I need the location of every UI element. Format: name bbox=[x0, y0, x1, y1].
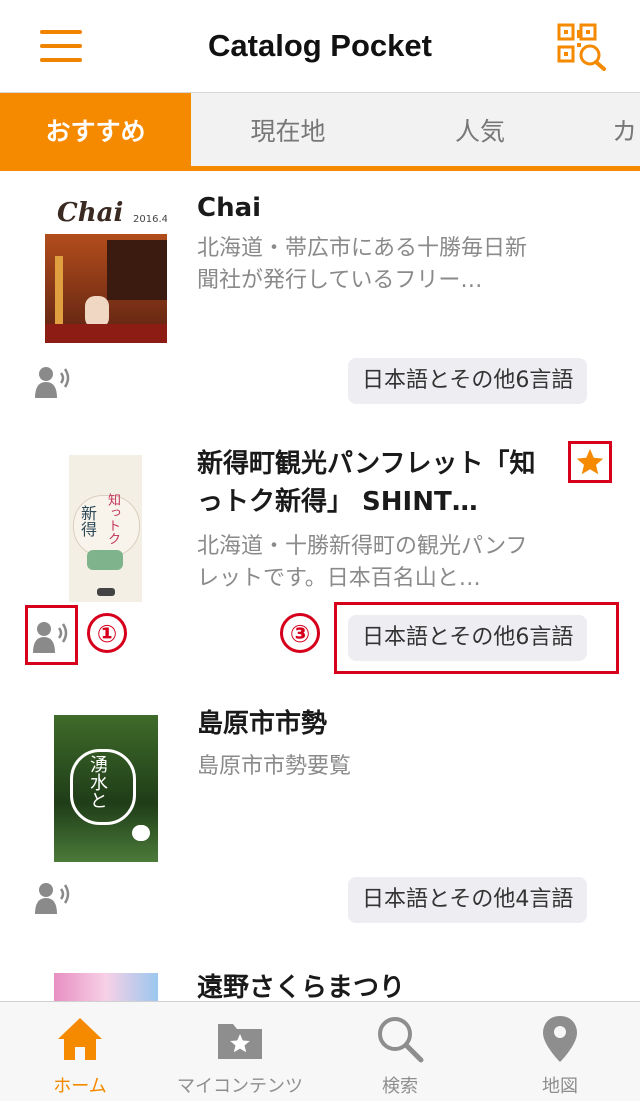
catalog-cover-image[interactable]: 湧水と bbox=[54, 715, 158, 862]
list-item[interactable]: 遠野さくらまつり bbox=[0, 947, 640, 1007]
audio-voice-icon[interactable] bbox=[34, 880, 74, 916]
item-title: 新得町観光パンフレット「知っトク新得」 SHINT… bbox=[197, 449, 536, 517]
language-badge[interactable]: 日本語とその他6言語 bbox=[348, 615, 588, 661]
item-title: Chai bbox=[197, 193, 262, 223]
nav-map[interactable]: 地図 bbox=[480, 1002, 640, 1101]
item-description: 北海道・十勝新得町の観光パンフレットです。日本百名山と… bbox=[197, 534, 528, 591]
language-badge[interactable]: 日本語とその他4言語 bbox=[348, 877, 588, 923]
catalog-cover-image[interactable]: Chai 2016.4 bbox=[45, 196, 167, 343]
cover-title: Chai bbox=[57, 198, 124, 228]
item-description: 北海道・帯広市にある十勝毎日新聞社が発行しているフリー… bbox=[197, 236, 528, 293]
map-pin-icon bbox=[543, 1016, 577, 1062]
item-title: 島原市市勢 bbox=[197, 709, 328, 739]
nav-search-label: 検索 bbox=[382, 1076, 418, 1097]
list-item[interactable]: 新得 知っトク 新得町観光パンフレット「知っトク新得」 SHINT… 北海道・十… bbox=[0, 427, 640, 688]
nav-search[interactable]: 検索 bbox=[320, 1002, 480, 1101]
cover-title: 湧水と bbox=[87, 755, 108, 809]
list-item[interactable]: 湧水と 島原市市勢 島原市市勢要覧 日本語とその他4言語 bbox=[0, 687, 640, 948]
home-icon bbox=[58, 1018, 102, 1060]
folder-star-icon bbox=[218, 1024, 262, 1059]
tab-current-location[interactable]: 現在地 bbox=[191, 93, 385, 171]
cover-title: 新得 bbox=[78, 505, 97, 537]
bottom-navigation: ホーム マイコンテンツ 検索 地図 bbox=[0, 1001, 640, 1101]
language-badge[interactable]: 日本語とその他6言語 bbox=[348, 358, 588, 404]
cover-issue: 2016.4 bbox=[133, 214, 167, 225]
star-icon bbox=[576, 448, 604, 475]
catalog-cover-image[interactable]: 新得 知っトク bbox=[69, 455, 142, 602]
favorite-star-icon[interactable] bbox=[568, 441, 612, 483]
nav-my-contents[interactable]: マイコンテンツ bbox=[160, 1002, 320, 1101]
tab-popular[interactable]: 人気 bbox=[385, 93, 575, 171]
nav-home[interactable]: ホーム bbox=[0, 1002, 160, 1101]
list-item[interactable]: Chai 2016.4 Chai 北海道・帯広市にある十勝毎日新聞社が発行してい… bbox=[0, 171, 640, 428]
item-description: 島原市市勢要覧 bbox=[197, 754, 352, 779]
audio-voice-icon[interactable] bbox=[32, 619, 72, 655]
tab-partial[interactable]: カ bbox=[612, 93, 640, 171]
app-header: Catalog Pocket bbox=[0, 0, 640, 92]
audio-voice-icon[interactable] bbox=[34, 364, 74, 400]
nav-map-label: 地図 bbox=[542, 1076, 578, 1097]
cover-subtitle: 知っトク bbox=[105, 493, 120, 545]
category-tabs: おすすめ 現在地 人気 カ bbox=[0, 92, 640, 171]
annotation-number-1: ① bbox=[87, 613, 127, 653]
annotation-number-3: ③ bbox=[280, 613, 320, 653]
search-icon bbox=[378, 1017, 424, 1063]
qr-scan-icon[interactable] bbox=[556, 22, 608, 72]
nav-my-contents-label: マイコンテンツ bbox=[177, 1076, 303, 1097]
app-title: Catalog Pocket bbox=[208, 28, 432, 63]
tab-recommended[interactable]: おすすめ bbox=[0, 93, 191, 171]
nav-home-label: ホーム bbox=[53, 1076, 107, 1097]
